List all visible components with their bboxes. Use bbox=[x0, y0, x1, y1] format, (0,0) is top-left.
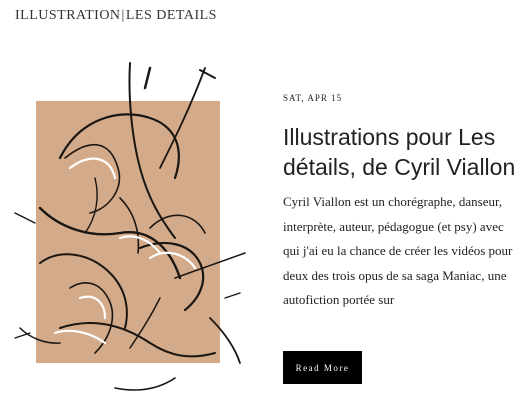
subcategory-link[interactable]: LES DETAILS bbox=[126, 8, 217, 23]
post-illustration[interactable] bbox=[0, 48, 258, 420]
post-excerpt: Cyril Viallon est un chorégraphe, danseu… bbox=[283, 194, 513, 307]
read-more-button[interactable]: Read More bbox=[283, 351, 362, 384]
ink-drawing-artwork bbox=[14, 62, 246, 391]
category-link[interactable]: ILLUSTRATION bbox=[15, 8, 121, 23]
post-date: SAT, APR 15 bbox=[283, 93, 343, 103]
post-title[interactable]: Illustrations pour Les détails, de Cyril… bbox=[283, 122, 519, 182]
category-breadcrumb: ILLUSTRATION|LES DETAILS bbox=[15, 8, 217, 24]
